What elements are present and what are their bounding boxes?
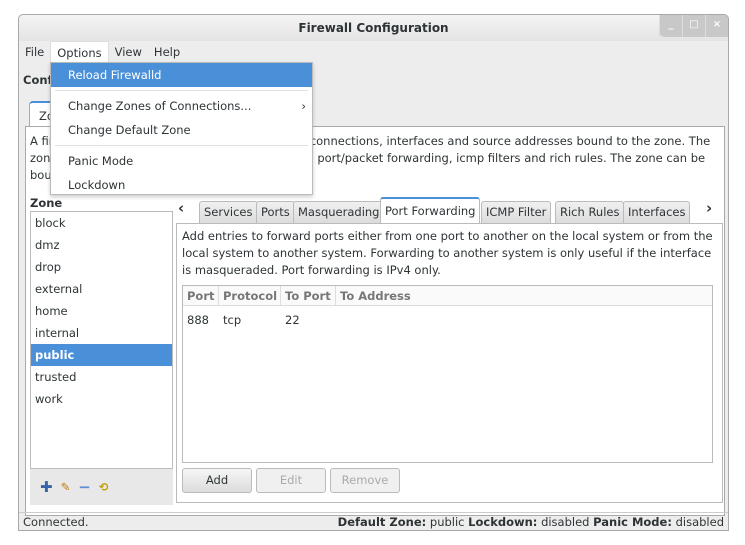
zone-list[interactable]: block dmz drop external home internal pu… [30,211,173,469]
menu-item-reload-firewalld[interactable]: Reload Firewalld [51,63,312,87]
tab-icmp-filter[interactable]: ICMP Filter [481,201,552,223]
menu-item-change-default-zone[interactable]: Change Default Zone [51,118,312,142]
menu-separator [55,90,308,91]
window-title: Firewall Configuration [298,21,449,35]
tab-rich-rules[interactable]: Rich Rules [555,201,625,223]
table-header: Port Protocol To Port To Address [183,286,712,306]
menu-item-panic-mode[interactable]: Panic Mode [51,149,312,173]
edit-button[interactable]: Edit [256,468,326,493]
tabs-scroll-left-icon[interactable]: ‹ [178,199,184,217]
zone-item-drop[interactable]: drop [31,256,172,278]
zone-item-internal[interactable]: internal [31,322,172,344]
tab-ports[interactable]: Ports [256,201,295,223]
cell-protocol: tcp [223,313,242,327]
col-port[interactable]: Port [183,286,219,305]
minimize-button[interactable]: _ [659,15,682,37]
menu-file[interactable]: File [19,41,50,63]
status-bar: Connected. Default Zone: public Lockdown… [19,512,728,532]
tab-masquerading[interactable]: Masquerading [293,201,385,223]
port-forwarding-panel: Add entries to forward ports either from… [176,223,723,503]
load-defaults-icon[interactable]: ⟲ [99,480,109,494]
tab-interfaces[interactable]: Interfaces [623,201,691,223]
zone-item-public[interactable]: public [31,344,172,366]
edit-zone-icon[interactable]: ✎ [61,480,71,494]
options-menu: Reload Firewalld Change Zones of Connect… [50,62,313,195]
zone-item-home[interactable]: home [31,300,172,322]
port-forwarding-description: Add entries to forward ports either from… [182,229,713,277]
tab-services[interactable]: Services [199,201,258,223]
zone-label: Zone [30,196,63,210]
menu-view[interactable]: View [109,41,148,63]
add-button[interactable]: Add [182,468,252,493]
cell-to-port: 22 [285,313,300,327]
add-zone-icon[interactable]: ✚ [40,478,53,496]
zone-item-dmz[interactable]: dmz [31,234,172,256]
connection-status: Connected. [23,515,89,529]
cell-port: 888 [187,313,209,327]
remove-zone-icon[interactable]: − [78,478,91,496]
port-forwarding-table[interactable]: Port Protocol To Port To Address 888 tcp… [182,285,713,463]
tabs-scroll-right-icon[interactable]: › [706,199,712,217]
menu-options[interactable]: Options [50,41,109,63]
zone-item-trusted[interactable]: trusted [31,366,172,388]
menubar: File Options View Help [19,41,728,63]
col-to-address[interactable]: To Address [336,286,712,305]
title-bar: Firewall Configuration _ □ × [19,15,728,41]
submenu-arrow-icon: › [301,99,306,113]
col-to-port[interactable]: To Port [281,286,336,305]
menu-separator [55,145,308,146]
table-row[interactable]: 888 tcp 22 [183,310,712,330]
remove-button[interactable]: Remove [330,468,400,493]
menu-help[interactable]: Help [148,41,186,63]
zone-tabs: ‹ Services Ports Masquerading Port Forwa… [176,197,721,223]
menu-item-lockdown[interactable]: Lockdown [51,173,312,197]
zone-item-external[interactable]: external [31,278,172,300]
zone-item-work[interactable]: work [31,388,172,410]
zone-toolbar: ✚ ✎ − ⟲ [30,469,173,505]
zone-item-block[interactable]: block [31,212,172,234]
configuration-label: Conf [23,73,53,87]
status-info: Default Zone: public Lockdown: disabled … [337,515,724,529]
col-protocol[interactable]: Protocol [219,286,281,305]
tab-port-forwarding[interactable]: Port Forwarding [380,197,481,223]
close-button[interactable]: × [705,15,728,37]
menu-item-change-zones-of-connections[interactable]: Change Zones of Connections... › [51,94,312,118]
maximize-button[interactable]: □ [682,15,705,37]
cell-to-address [336,310,712,330]
